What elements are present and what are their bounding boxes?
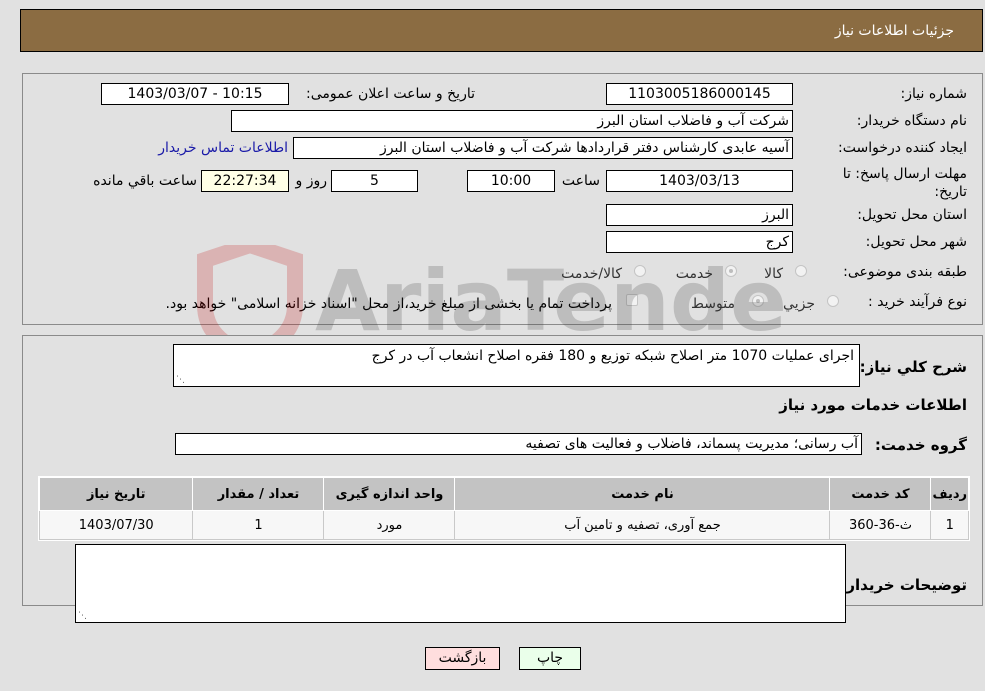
resize-grip-icon[interactable]: ⋰ <box>176 376 185 385</box>
deadline-time-label: ساعت <box>561 173 600 189</box>
deadline-date-field: 1403/03/13 <box>606 170 793 192</box>
col-quantity: تعداد / مقدار <box>192 477 325 511</box>
province-field: البرز <box>606 204 793 226</box>
need-number-field: 1103005186000145 <box>606 83 793 105</box>
page-title: جزئیات اطلاعات نیاز <box>834 23 954 39</box>
process-label-medium: متوسط <box>691 296 735 312</box>
province-label: استان محل تحویل: <box>857 207 967 223</box>
cell-service-code: ث-36-360 <box>829 510 932 540</box>
need-number-label: شماره نیاز: <box>900 86 968 102</box>
page-header: جزئیات اطلاعات نیاز <box>20 9 983 52</box>
buyer-org-label: نام دستگاه خریدار: <box>856 113 967 129</box>
services-table: ردیف کد خدمت نام خدمت واحد اندازه گیری ت… <box>38 477 969 540</box>
col-unit: واحد اندازه گیری <box>323 477 456 511</box>
back-button[interactable]: بازگشت <box>425 647 500 670</box>
city-label: شهر محل تحویل: <box>865 234 967 250</box>
remaining-time-label: ساعت باقي مانده <box>93 173 197 189</box>
services-section-title: اطلاعات خدمات مورد نیاز <box>779 396 967 414</box>
cell-row-number: 1 <box>930 510 969 540</box>
cell-quantity: 1 <box>192 510 325 540</box>
table-row: 1 ث-36-360 جمع آوری، تصفیه و تامین آب مو… <box>38 510 969 540</box>
category-label-service: خدمت <box>675 266 713 282</box>
process-radio-minor[interactable] <box>827 295 839 307</box>
table-header-row: ردیف کد خدمت نام خدمت واحد اندازه گیری ت… <box>38 477 969 511</box>
creator-label: ایجاد کننده درخواست: <box>838 140 967 156</box>
remaining-time-field: 22:27:34 <box>201 170 289 192</box>
deadline-label: مهلت ارسال پاسخ: تا تاریخ: <box>842 166 967 200</box>
cell-service-name: جمع آوری، تصفیه و تامین آب <box>454 510 831 540</box>
print-button[interactable]: چاپ <box>519 647 581 670</box>
treasury-note: پرداخت تمام یا بخشی از مبلغ خرید،از محل … <box>165 296 612 312</box>
treasury-checkbox[interactable] <box>626 294 638 306</box>
process-label: نوع فرآیند خرید : <box>868 294 967 310</box>
col-need-date: تاریخ نیاز <box>38 477 194 511</box>
buyer-org-field: شرکت آب و فاضلاب استان البرز <box>231 110 793 132</box>
resize-grip-icon[interactable]: ⋰ <box>78 612 87 621</box>
process-label-minor: جزیي <box>783 296 815 312</box>
service-group-label: گروه خدمت: <box>874 436 967 454</box>
services-table-wrap: ردیف کد خدمت نام خدمت واحد اندازه گیری ت… <box>38 476 970 541</box>
days-remaining-field: 5 <box>331 170 418 192</box>
description-textarea[interactable]: اجرای عملیات 1070 متر اصلاح شبکه توزیع و… <box>173 344 860 387</box>
days-label: روز و <box>295 173 328 189</box>
col-row-number: ردیف <box>930 477 969 511</box>
buyer-notes-textarea[interactable]: ⋰ <box>75 544 846 623</box>
buyer-notes-label: توضیحات خریدار: <box>840 576 967 594</box>
category-radio-goods[interactable] <box>795 265 807 277</box>
category-label: طبقه بندی موضوعی: <box>843 264 967 280</box>
creator-field: آسیه عابدی کارشناس دفتر قراردادها شرکت آ… <box>293 137 793 159</box>
deadline-time-field: 10:00 <box>467 170 555 192</box>
col-service-name: نام خدمت <box>454 477 831 511</box>
category-radio-service[interactable] <box>725 265 737 277</box>
buyer-contact-link[interactable]: اطلاعات تماس خریدار <box>158 140 288 156</box>
description-label: شرح کلي نیاز: <box>859 358 967 376</box>
cell-need-date: 1403/07/30 <box>38 510 194 540</box>
category-label-goods-service: کالا/خدمت <box>561 266 622 282</box>
category-radio-goods-service[interactable] <box>634 265 646 277</box>
cell-unit: مورد <box>323 510 456 540</box>
service-group-field: آب رسانی؛ مدیریت پسماند، فاضلاب و فعالیت… <box>175 433 862 455</box>
col-service-code: کد خدمت <box>829 477 932 511</box>
category-label-goods: کالا <box>764 266 783 282</box>
process-radio-medium[interactable] <box>752 295 764 307</box>
description-text: اجرای عملیات 1070 متر اصلاح شبکه توزیع و… <box>371 348 854 364</box>
announce-field: 1403/03/07 - 10:15 <box>101 83 289 105</box>
announce-label: تاریخ و ساعت اعلان عمومی: <box>306 86 475 102</box>
city-field: کرج <box>606 231 793 253</box>
